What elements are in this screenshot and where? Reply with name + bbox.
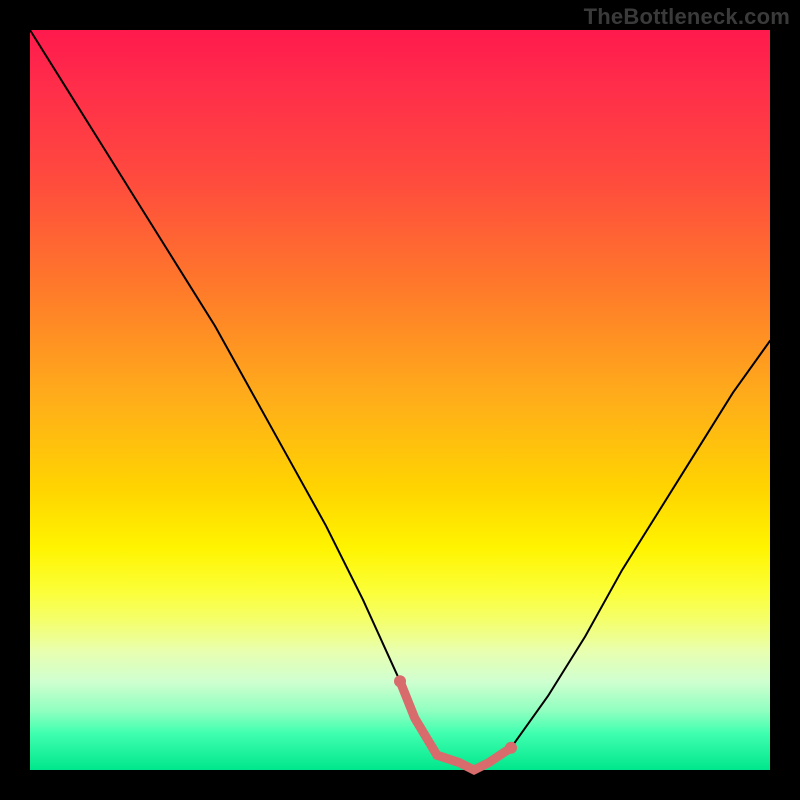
optimal-segment-endpoint <box>394 675 406 687</box>
optimal-segment-endpoint <box>505 742 517 754</box>
bottleneck-curve <box>30 30 770 770</box>
optimal-segment <box>400 681 511 770</box>
watermark-text: TheBottleneck.com <box>584 4 790 30</box>
chart-plot-area <box>30 30 770 770</box>
chart-svg <box>30 30 770 770</box>
chart-frame: TheBottleneck.com <box>0 0 800 800</box>
